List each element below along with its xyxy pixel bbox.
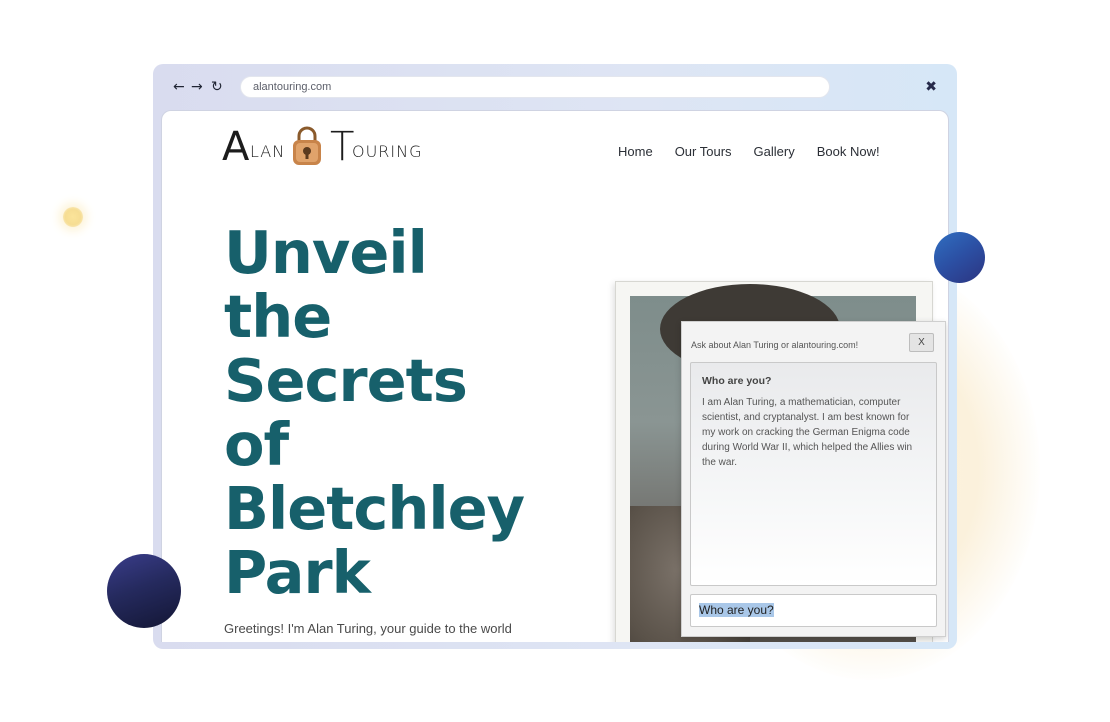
address-bar[interactable]: alantouring.com (240, 76, 830, 98)
nav-link-gallery[interactable]: Gallery (754, 144, 795, 160)
page-viewport: A LAN T OURING Home Our Tours Gallery Bo… (161, 110, 949, 642)
hero-title-line: the (224, 282, 332, 351)
site-logo[interactable]: A LAN T OURING (222, 123, 422, 170)
decorative-blue-ball (934, 232, 985, 283)
hero-title-line: Bletchley (224, 474, 525, 543)
close-icon[interactable]: ✖ (925, 77, 937, 97)
forward-arrow-icon[interactable]: → (191, 77, 203, 97)
chat-answer: I am Alan Turing, a mathematician, compu… (702, 397, 913, 468)
logo-letters-lan: LAN (250, 142, 286, 161)
nav-link-home[interactable]: Home (618, 144, 653, 160)
reload-icon[interactable]: ↻ (211, 77, 223, 97)
hero-title-line: Unveil (224, 218, 428, 287)
hero-subtitle: Greetings! I'm Alan Turing, your guide t… (224, 621, 512, 636)
chat-log[interactable]: Who are you? I am Alan Turing, a mathema… (690, 362, 937, 586)
hero-title-line: Park (224, 538, 371, 607)
logo-letter-t: T (330, 124, 355, 170)
padlock-icon (293, 126, 321, 165)
nav-link-book-now[interactable]: Book Now! (817, 144, 880, 160)
browser-window: ← → ↻ alantouring.com ✖ A LAN T OURING H… (153, 64, 957, 649)
logo-letters-ouring: OURING (352, 142, 423, 161)
decorative-dark-ball (107, 554, 181, 628)
chat-close-button[interactable]: X (909, 333, 934, 352)
decorative-yellow-dot (63, 207, 83, 227)
hero-title-line: Secrets (224, 346, 468, 415)
chat-widget: Ask about Alan Turing or alantouring.com… (681, 321, 946, 637)
hero-title: Unveil the Secrets of Bletchley Park (224, 221, 584, 605)
chat-header: Ask about Alan Turing or alantouring.com… (691, 340, 859, 350)
hero-title-line: of (224, 410, 289, 479)
chat-input-value: Who are you? (699, 603, 774, 617)
browser-toolbar: ← → ↻ alantouring.com ✖ (153, 64, 957, 110)
chat-input[interactable]: Who are you? (690, 594, 937, 627)
nav-link-our-tours[interactable]: Our Tours (675, 144, 732, 160)
chat-question: Who are you? (702, 375, 772, 387)
back-arrow-icon[interactable]: ← (173, 77, 185, 97)
main-nav: Home Our Tours Gallery Book Now! (618, 144, 880, 160)
logo-letter-a: A (222, 124, 250, 170)
